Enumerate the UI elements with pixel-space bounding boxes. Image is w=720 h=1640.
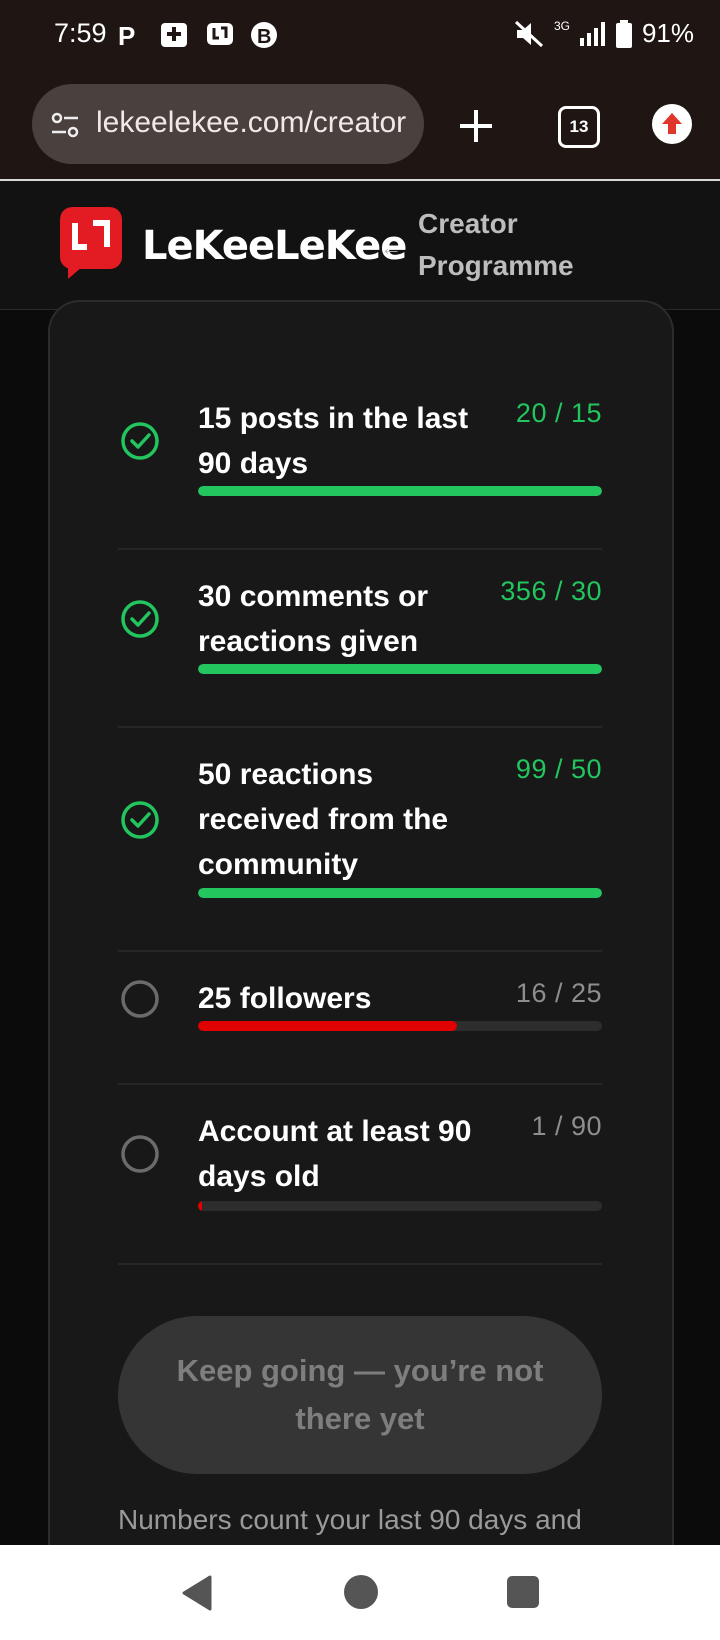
status-button-label: Keep going — you’re not there yet — [176, 1353, 544, 1436]
requirement-row: Account at least 90 days old 1 / 90 — [118, 1083, 602, 1265]
logo-icon[interactable] — [60, 207, 122, 279]
check-circle-icon — [121, 800, 159, 839]
battery-percent: 91% — [641, 18, 694, 48]
requirement-row: 25 followers 16 / 25 — [118, 950, 602, 1085]
url-text[interactable]: lekeelekee.com/creator — [96, 106, 406, 140]
progress-fill — [198, 888, 602, 898]
bitcoin-icon: B — [251, 22, 277, 48]
back-arrow-icon[interactable]: ← — [380, 235, 402, 261]
browser-toolbar: lekeelekee.com/creator 13 — [0, 72, 720, 181]
logo-wordmark[interactable]: LeKeeLeKee — [142, 223, 407, 269]
progress-fill — [198, 1201, 203, 1211]
check-circle-icon — [121, 600, 159, 638]
status-bar: 7:59 P B 3G 91% — [0, 0, 720, 72]
requirement-count: 16 / 25 — [515, 978, 602, 1008]
status-right: 3G 91% — [514, 18, 694, 49]
site-settings-icon[interactable] — [50, 110, 80, 140]
add-box-icon — [161, 23, 187, 47]
network-type: 3G — [553, 18, 570, 33]
requirement-label: 50 reactions received from the community — [198, 758, 449, 881]
progress-fill — [198, 1021, 457, 1031]
svg-text:B: B — [257, 26, 271, 48]
status-button: Keep going — you’re not there yet — [118, 1316, 602, 1474]
mute-icon — [514, 20, 543, 47]
requirement-label: 25 followers — [198, 982, 372, 1015]
requirement-count: 356 / 30 — [500, 576, 602, 606]
requirement-label: Account at least 90 days old — [198, 1115, 472, 1193]
nav-home-button[interactable] — [344, 1575, 378, 1609]
nav-back-button[interactable] — [180, 1575, 214, 1611]
system-nav-bar — [0, 1545, 720, 1640]
requirement-count: 99 / 50 — [515, 754, 602, 784]
requirement-row: 15 posts in the last 90 days 20 / 15 — [118, 370, 602, 550]
url-bar[interactable]: lekeelekee.com/creator — [32, 84, 424, 164]
progress-track — [198, 664, 602, 674]
check-circle-icon — [121, 422, 159, 460]
new-tab-button[interactable] — [454, 104, 498, 148]
progress-track — [198, 486, 602, 496]
svg-text:P: P — [118, 21, 135, 49]
nav-recents-button[interactable] — [507, 1576, 539, 1608]
progress-track — [198, 1021, 602, 1031]
lekee-app-icon — [207, 23, 233, 45]
status-time: 7:59 — [54, 18, 107, 48]
requirement-count: 1 / 90 — [531, 1111, 602, 1141]
progress-track — [198, 888, 602, 898]
progress-track — [198, 1201, 602, 1211]
requirement-row: 50 reactions received from the community… — [118, 726, 602, 952]
signal-icon — [579, 21, 605, 46]
breadcrumb[interactable]: Creator Programme — [418, 203, 618, 287]
requirement-count: 20 / 15 — [515, 398, 602, 428]
upload-arrow-icon — [662, 113, 682, 134]
progress-fill — [198, 486, 602, 496]
battery-icon — [615, 19, 632, 48]
empty-circle-icon — [121, 1135, 159, 1173]
requirement-label: 15 posts in the last 90 days — [198, 402, 469, 480]
requirement-label: 30 comments or reactions given — [198, 580, 429, 658]
empty-circle-icon — [121, 979, 159, 1018]
footnote-text: Numbers count your last 90 days and — [118, 1504, 582, 1535]
progress-fill — [198, 664, 602, 674]
tab-switcher-button[interactable]: 13 — [558, 106, 600, 148]
update-button[interactable] — [652, 104, 692, 144]
parking-icon: P — [118, 21, 135, 49]
site-header: LeKeeLeKee ← Creator Programme — [0, 181, 720, 310]
requirement-row: 30 comments or reactions given 356 / 30 — [118, 548, 602, 728]
